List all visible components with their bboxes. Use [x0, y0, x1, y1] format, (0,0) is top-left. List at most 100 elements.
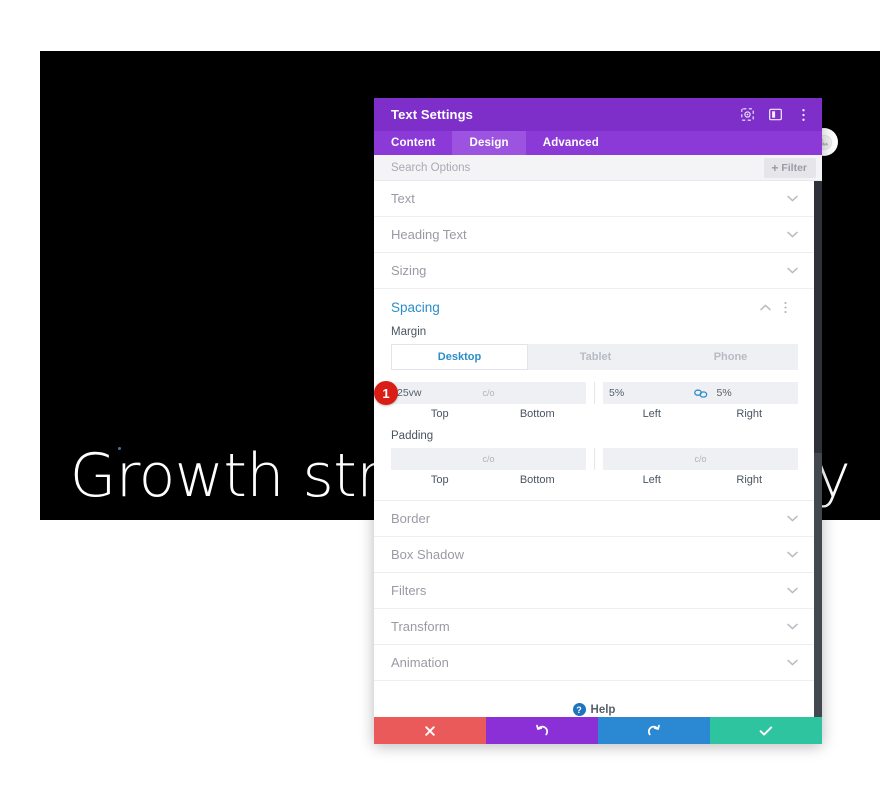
device-tab-desktop[interactable]: Desktop — [391, 344, 528, 370]
padding-left-cell: c/o Left — [603, 448, 711, 486]
padding-fields: c/o Top Bottom c/o Left Right — [391, 448, 798, 486]
section-heading-text[interactable]: Heading Text — [374, 217, 814, 253]
margin-right-input[interactable]: 5% — [710, 382, 798, 404]
margin-top-unit-picker[interactable]: c/o — [478, 382, 499, 404]
search-input[interactable]: Search Options — [391, 162, 764, 174]
padding-bottom-caption: Bottom — [519, 474, 555, 486]
margin-device-tabs: Desktop Tablet Phone — [391, 344, 798, 370]
tab-design[interactable]: Design — [452, 131, 526, 155]
more-vertical-icon[interactable] — [796, 107, 811, 122]
margin-right-cell: 5% Right — [689, 382, 798, 420]
padding-top-cell: c/o Top — [391, 448, 499, 486]
help-link[interactable]: ? Help — [374, 681, 814, 716]
chevron-down-icon — [787, 621, 798, 632]
margin-top-input[interactable]: 25vw — [391, 382, 489, 404]
padding-left-input[interactable] — [603, 448, 701, 470]
section-filters-label: Filters — [391, 583, 427, 598]
margin-divider — [594, 382, 595, 404]
margin-left-input[interactable]: 5% — [603, 382, 701, 404]
section-text[interactable]: Text — [374, 181, 814, 217]
modal-title: Text Settings — [391, 107, 473, 122]
margin-left-cell: 5% Left — [603, 382, 701, 420]
undo-button[interactable] — [486, 717, 598, 744]
device-tab-tablet[interactable]: Tablet — [528, 344, 663, 370]
section-border[interactable]: Border — [374, 501, 814, 537]
section-spacing-title: Spacing — [391, 299, 440, 315]
section-sizing-label: Sizing — [391, 263, 427, 278]
section-options-more-vertical-icon[interactable] — [780, 301, 791, 313]
filter-button[interactable]: + Filter — [764, 157, 816, 178]
padding-top-unit-picker[interactable]: c/o — [478, 448, 499, 470]
cancel-button[interactable] — [374, 717, 486, 744]
section-transform-label: Transform — [391, 619, 450, 634]
padding-right-input[interactable] — [710, 448, 798, 470]
padding-top-caption: Top — [430, 474, 449, 486]
chevron-down-icon — [787, 549, 798, 560]
padding-divider — [594, 448, 595, 470]
chevron-down-icon — [787, 193, 798, 204]
step-badge: 1 — [374, 381, 398, 405]
modal-header: Text Settings — [374, 98, 822, 131]
text-settings-modal: Text Settings Content Design Advanced Se… — [374, 98, 822, 744]
chevron-down-icon — [787, 513, 798, 524]
save-button[interactable] — [710, 717, 822, 744]
margin-label: Margin — [391, 326, 427, 338]
section-spacing-header[interactable]: Spacing — [374, 289, 814, 325]
padding-left-caption: Left — [642, 474, 661, 486]
chevron-down-icon — [787, 265, 798, 276]
section-spacing-body: 1 Margin Desktop Tablet Phone 25vw c/o T… — [374, 326, 814, 500]
padding-top-input[interactable] — [391, 448, 489, 470]
margin-bottom-input[interactable] — [498, 382, 586, 404]
chevron-up-icon[interactable] — [760, 302, 771, 313]
modal-body: Text Heading Text Sizing Spacing 1 Margi… — [374, 181, 822, 717]
padding-bottom-input[interactable] — [498, 448, 586, 470]
margin-bottom-caption: Bottom — [519, 408, 555, 420]
modal-footer — [374, 717, 822, 744]
section-border-label: Border — [391, 511, 431, 526]
padding-left-unit-picker[interactable]: c/o — [690, 448, 711, 470]
section-animation[interactable]: Animation — [374, 645, 814, 681]
plus-icon: + — [771, 160, 779, 175]
tab-advanced[interactable]: Advanced — [526, 131, 616, 155]
margin-bottom-cell: Bottom — [489, 382, 586, 420]
tab-content[interactable]: Content — [374, 131, 452, 155]
redo-button[interactable] — [598, 717, 710, 744]
section-sizing[interactable]: Sizing — [374, 253, 814, 289]
chevron-down-icon — [787, 229, 798, 240]
target-icon[interactable] — [740, 107, 755, 122]
section-heading-text-label: Heading Text — [391, 227, 467, 242]
section-text-label: Text — [391, 191, 415, 206]
filter-button-label: Filter — [781, 161, 807, 174]
margin-top-cell: 25vw c/o Top — [391, 382, 499, 420]
margin-fields: 25vw c/o Top Bottom 5% Left 5% Right — [391, 382, 798, 420]
panel-layout-icon[interactable] — [768, 107, 783, 122]
section-box-shadow[interactable]: Box Shadow — [374, 537, 814, 573]
chevron-down-icon — [787, 657, 798, 668]
section-transform[interactable]: Transform — [374, 609, 814, 645]
modal-body-inner: Text Heading Text Sizing Spacing 1 Margi… — [374, 181, 814, 717]
scrollbar-track[interactable] — [814, 181, 822, 717]
margin-top-caption: Top — [430, 408, 449, 420]
scrollbar-thumb[interactable] — [814, 181, 822, 453]
redo-icon — [647, 724, 660, 735]
help-label: Help — [590, 703, 616, 716]
modal-header-icons — [740, 107, 811, 122]
undo-icon — [536, 724, 549, 735]
help-question-icon: ? — [572, 703, 586, 716]
link-chain-icon[interactable] — [689, 382, 712, 404]
padding-label: Padding — [391, 430, 434, 442]
padding-right-cell: Right — [701, 448, 798, 486]
section-spacing: Spacing 1 Margin Desktop Tablet Phone 25… — [374, 289, 814, 501]
section-filters[interactable]: Filters — [374, 573, 814, 609]
close-icon — [425, 725, 435, 736]
modal-tab-bar: Content Design Advanced — [374, 131, 822, 155]
margin-left-caption: Left — [642, 408, 661, 420]
device-tab-phone[interactable]: Phone — [663, 344, 798, 370]
check-icon — [759, 725, 773, 736]
section-box-shadow-label: Box Shadow — [391, 547, 464, 562]
search-options-row: Search Options + Filter — [374, 155, 822, 181]
margin-right-caption: Right — [736, 408, 763, 420]
section-animation-label: Animation — [391, 655, 449, 670]
chevron-down-icon — [787, 585, 798, 596]
padding-bottom-cell: Bottom — [489, 448, 586, 486]
